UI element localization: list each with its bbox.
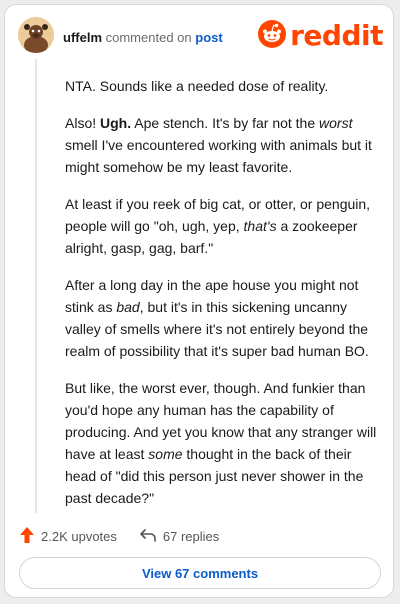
- upvote-button[interactable]: 2.2K upvotes: [19, 526, 117, 547]
- comment-body: NTA. Sounds like a needed dose of realit…: [65, 75, 385, 524]
- comment-paragraph: But like, the worst ever, though. And fu…: [65, 380, 377, 506]
- reddit-logo-icon: [258, 19, 287, 53]
- comment-actions: 2.2K upvotes 67 replies: [19, 525, 219, 547]
- upvote-icon: [19, 526, 41, 547]
- comment-card: uffelm commented on post reddit NTA. Sou…: [4, 4, 394, 598]
- reply-button[interactable]: 67 replies: [139, 528, 219, 545]
- comment-header: uffelm commented on post: [63, 30, 223, 45]
- reddit-wordmark: reddit: [290, 19, 383, 52]
- reply-icon: [139, 528, 163, 545]
- comment-paragraph: NTA. Sounds like a needed dose of realit…: [65, 78, 329, 94]
- post-link[interactable]: post: [195, 30, 222, 45]
- commented-on-text: commented on: [105, 30, 192, 45]
- thread-line[interactable]: [35, 59, 37, 513]
- reply-count: 67 replies: [162, 528, 220, 544]
- comment-paragraph: At least if you reek of big cat, or otte…: [65, 196, 371, 256]
- comment-paragraph: After a long day in the ape house you mi…: [65, 277, 369, 359]
- comment-paragraph: Also! Ugh. Ape stench. It's by far not t…: [65, 115, 372, 175]
- upvote-count: 2.2K upvotes: [41, 528, 117, 544]
- reddit-logo[interactable]: reddit: [258, 19, 383, 53]
- avatar[interactable]: [18, 17, 54, 53]
- username[interactable]: uffelm: [63, 30, 102, 45]
- view-comments-button[interactable]: View 67 comments: [19, 557, 381, 589]
